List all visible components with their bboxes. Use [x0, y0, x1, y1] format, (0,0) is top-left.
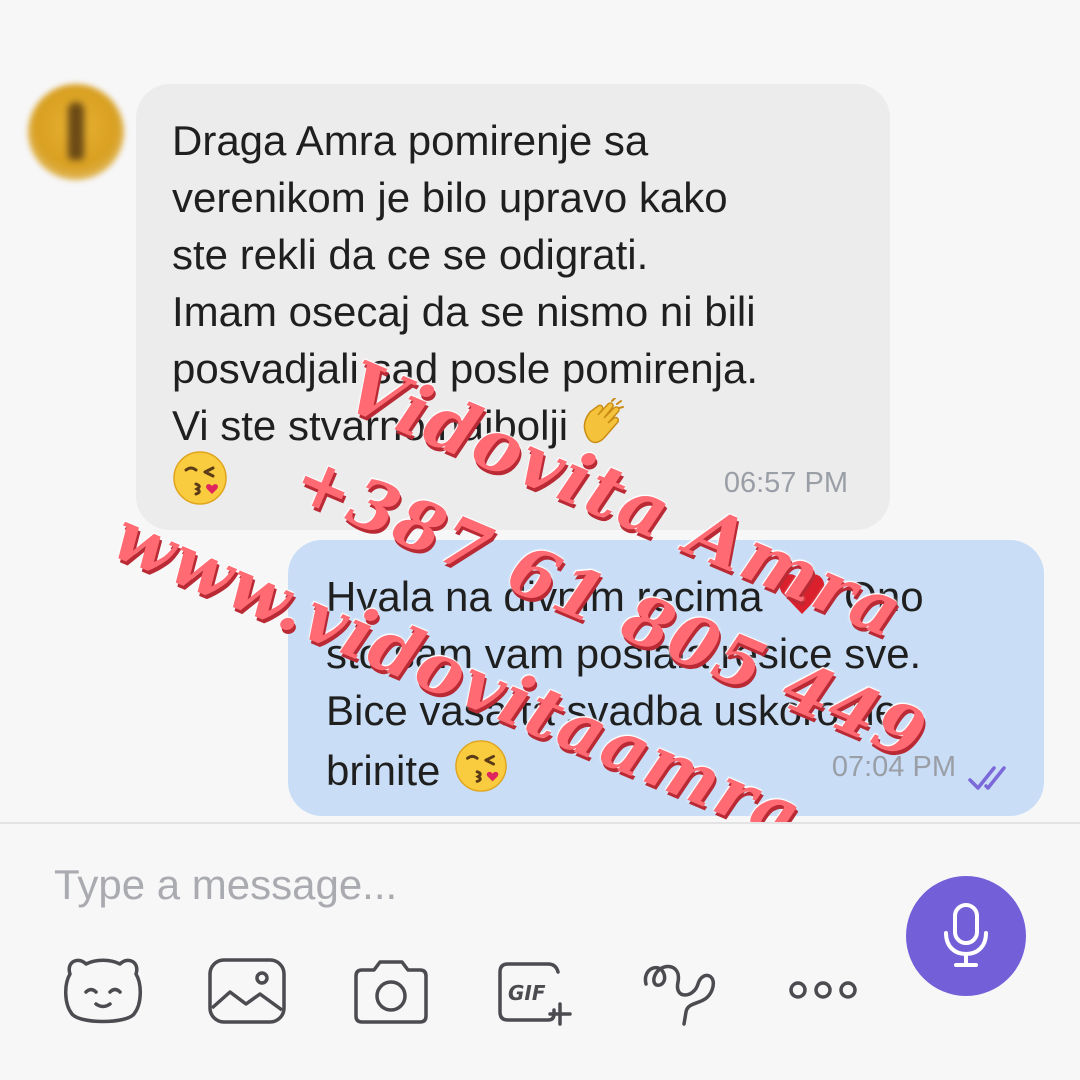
kissing-face-emoji: [173, 451, 227, 505]
chat-area: Draga Amra pomirenje sa verenikom je bil…: [0, 0, 1080, 935]
gallery-icon[interactable]: [206, 954, 288, 1028]
contact-avatar[interactable]: [28, 84, 124, 180]
clapping-hands-emoji: [583, 398, 625, 444]
more-options-icon[interactable]: [782, 954, 864, 1028]
incoming-message-text: Draga Amra pomirenje sa verenikom je bil…: [172, 112, 872, 454]
incoming-message-body: Draga Amra pomirenje sa verenikom je bil…: [172, 117, 759, 449]
voice-message-button[interactable]: [906, 876, 1026, 996]
svg-text:GIF: GIF: [508, 981, 546, 1005]
outgoing-message-part1: Hvala na divnim recima: [326, 573, 763, 620]
outgoing-message-bubble[interactable]: Hvala na divnim recima Ono sto sam vam p…: [288, 540, 1044, 816]
incoming-message-bubble[interactable]: Draga Amra pomirenje sa verenikom je bil…: [136, 84, 890, 530]
message-input[interactable]: [52, 854, 876, 916]
read-receipt-icon: [968, 766, 1006, 790]
gif-icon[interactable]: GIF: [494, 954, 576, 1028]
kissing-face-emoji: [455, 740, 508, 792]
sticker-bear-icon[interactable]: [62, 954, 144, 1028]
doodle-icon[interactable]: [638, 954, 720, 1028]
message-composer: GIF: [0, 824, 1080, 1080]
red-heart-emoji: [779, 574, 824, 614]
message-timestamp: 06:57 PM: [723, 467, 848, 499]
avatar-figure: [68, 102, 84, 160]
microphone-icon: [944, 903, 988, 967]
camera-icon[interactable]: [350, 954, 432, 1028]
message-timestamp: 07:04 PM: [831, 751, 956, 783]
